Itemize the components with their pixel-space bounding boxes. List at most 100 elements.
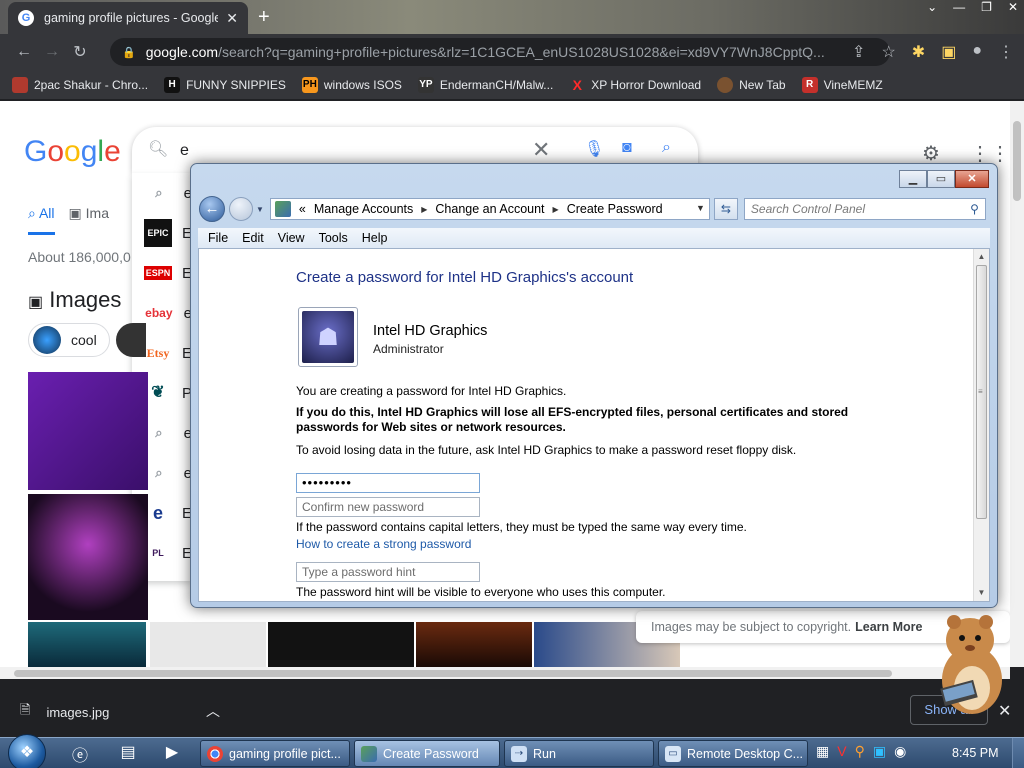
media-player-icon[interactable]: ▶ [160, 742, 184, 764]
taskbar-button-chrome[interactable]: gaming profile pict... [200, 740, 350, 767]
menu-view[interactable]: View [276, 231, 313, 245]
filter-chip[interactable] [116, 323, 146, 357]
restore-icon[interactable]: ❐ [981, 0, 992, 14]
profile-avatar-icon[interactable]: ● [972, 42, 982, 62]
start-button[interactable]: ❖ [8, 734, 46, 768]
tray-monitor-icon[interactable]: ▣ [873, 743, 886, 760]
taskbar-button-remote-desktop[interactable]: ▭ Remote Desktop C... [658, 740, 808, 767]
image-thumbnail[interactable] [28, 622, 146, 667]
scroll-up-icon[interactable]: ▲ [974, 249, 989, 265]
new-tab-button[interactable]: + [258, 6, 270, 29]
clear-icon[interactable]: ✕ [532, 137, 550, 163]
bookmark-item[interactable]: R VineMEMZ [801, 76, 883, 93]
tray-search-icon[interactable]: ⚲ [855, 743, 865, 760]
suggestion-item[interactable]: ⌕ e [132, 173, 192, 213]
forward-arrow-icon[interactable]: → [38, 43, 66, 61]
info-text: To avoid losing data in the future, ask … [296, 443, 797, 457]
bookmark-item[interactable]: H FUNNY SNIPPIES [164, 76, 286, 93]
download-item[interactable]: 🗎 images.jpg [20, 701, 109, 723]
breadcrumb-overflow-icon[interactable]: « [299, 202, 306, 216]
image-thumbnail[interactable] [150, 622, 266, 667]
suggestion-item[interactable]: EPIC E [132, 213, 192, 253]
folder-icon[interactable]: ▤ [116, 742, 140, 764]
eagles-icon: ❦ [151, 384, 165, 401]
sidebar-icon[interactable]: ▣ [941, 42, 956, 62]
search-submit-icon[interactable]: ⌕ [662, 139, 671, 157]
image-thumbnail[interactable] [28, 494, 148, 620]
taskbar-button-create-password[interactable]: Create Password [354, 740, 500, 767]
search-query[interactable]: e [180, 142, 189, 160]
bookmark-item[interactable]: PH windows ISOS [301, 76, 402, 93]
show-desktop-button[interactable] [1012, 738, 1024, 768]
bookmark-item[interactable]: New Tab [717, 76, 786, 93]
password-hint-field[interactable]: Type a password hint [296, 562, 480, 582]
breadcrumb-separator-icon[interactable]: ▶ [421, 205, 427, 214]
tray-app-icon[interactable]: ▦ [816, 743, 829, 760]
new-password-field[interactable]: ••••••••• [296, 473, 480, 493]
content-scrollbar[interactable]: ▲ ≡ ▼ [973, 249, 989, 601]
google-logo[interactable]: Google [24, 135, 121, 169]
strong-password-link[interactable]: How to create a strong password [296, 537, 471, 551]
tab-strip: G gaming profile pictures - Google ✕ + ⌄… [0, 0, 1024, 34]
scroll-down-icon[interactable]: ▼ [974, 585, 989, 601]
bookmark-item[interactable]: YP EndermanCH/Malw... [417, 76, 553, 93]
user-role: Administrator [373, 342, 444, 356]
search-control-panel-input[interactable]: Search Control Panel ⚲ [743, 198, 986, 220]
menu-tools[interactable]: Tools [317, 231, 356, 245]
clock[interactable]: 8:45 PM [952, 746, 999, 760]
chevron-up-icon[interactable]: ︿ [206, 701, 220, 721]
refresh-button[interactable]: ⇆ [713, 198, 738, 220]
menu-help[interactable]: Help [360, 231, 396, 245]
tray-network-icon[interactable]: ◉ [894, 743, 906, 760]
taskbar-button-run[interactable]: ⇢ Run [504, 740, 654, 767]
expedia-icon: e [152, 503, 163, 523]
close-tab-icon[interactable]: ✕ [226, 10, 238, 27]
close-icon[interactable]: ✕ [1008, 0, 1018, 14]
image-thumbnail[interactable] [416, 622, 532, 667]
breadcrumb-change-account[interactable]: Change an Account [435, 202, 544, 216]
back-arrow-icon[interactable]: ← [10, 43, 38, 61]
hint-note: The password hint will be visible to eve… [296, 585, 666, 599]
suggestion-item[interactable]: ESPN E [132, 253, 192, 293]
forward-button[interactable] [229, 197, 253, 221]
menu-file[interactable]: File [206, 231, 236, 245]
reload-icon[interactable]: ↻ [66, 42, 94, 62]
microphone-icon[interactable]: 🎙︎ [584, 139, 604, 159]
breadcrumb-create-password[interactable]: Create Password [567, 202, 663, 216]
bookmark-star-icon[interactable]: ☆ [881, 42, 895, 62]
chevron-down-icon[interactable]: ⌄ [927, 0, 937, 14]
bookmark-item[interactable]: 2pac Shakur - Chro... [12, 76, 148, 93]
extensions-puzzle-icon[interactable]: ✱ [912, 42, 925, 62]
tray-v-icon[interactable]: V [837, 743, 846, 760]
image-thumbnail[interactable] [28, 372, 148, 490]
filter-chip[interactable]: cool [28, 323, 110, 357]
recent-pages-dropdown-icon[interactable]: ▼ [256, 205, 264, 214]
share-icon[interactable]: ⇪ [852, 42, 865, 62]
remote-desktop-icon: ▭ [665, 745, 681, 762]
image-thumbnail[interactable] [268, 622, 414, 667]
minimize-icon[interactable]: — [953, 0, 965, 14]
address-bar[interactable]: 🔒 google.com/search?q=gaming+profile+pic… [110, 38, 890, 66]
learn-more-link[interactable]: Learn More [855, 620, 922, 634]
bookmark-item[interactable]: X XP Horror Download [569, 77, 702, 93]
camera-icon[interactable]: ◙ [622, 139, 632, 157]
menu-edit[interactable]: Edit [240, 231, 272, 245]
page-scrollbar[interactable] [1010, 101, 1024, 667]
address-dropdown-icon[interactable]: ▼ [696, 203, 705, 213]
run-icon: ⇢ [511, 745, 527, 762]
menu-dots-icon[interactable]: ⋮ [998, 42, 1014, 62]
internet-explorer-icon[interactable]: ⓔ [68, 742, 92, 765]
maximize-button[interactable]: ▭ [927, 170, 955, 188]
tab-all[interactable]: ⌕ All [28, 205, 55, 235]
back-button[interactable]: ← [199, 196, 225, 222]
confirm-password-field[interactable]: Confirm new password [296, 497, 480, 517]
breadcrumb[interactable]: « Manage Accounts ▶ Change an Account ▶ … [269, 198, 710, 220]
horizontal-scrollbar[interactable] [0, 667, 1010, 679]
breadcrumb-separator-icon[interactable]: ▶ [553, 205, 559, 214]
browser-tab[interactable]: G gaming profile pictures - Google ✕ [8, 2, 248, 34]
close-button[interactable]: ✕ [955, 170, 989, 188]
minimize-button[interactable]: ▁ [899, 170, 927, 188]
breadcrumb-manage-accounts[interactable]: Manage Accounts [314, 202, 413, 216]
tab-images[interactable]: ▣ Ima [69, 205, 109, 235]
hamster-mascot-icon[interactable] [932, 610, 1014, 720]
